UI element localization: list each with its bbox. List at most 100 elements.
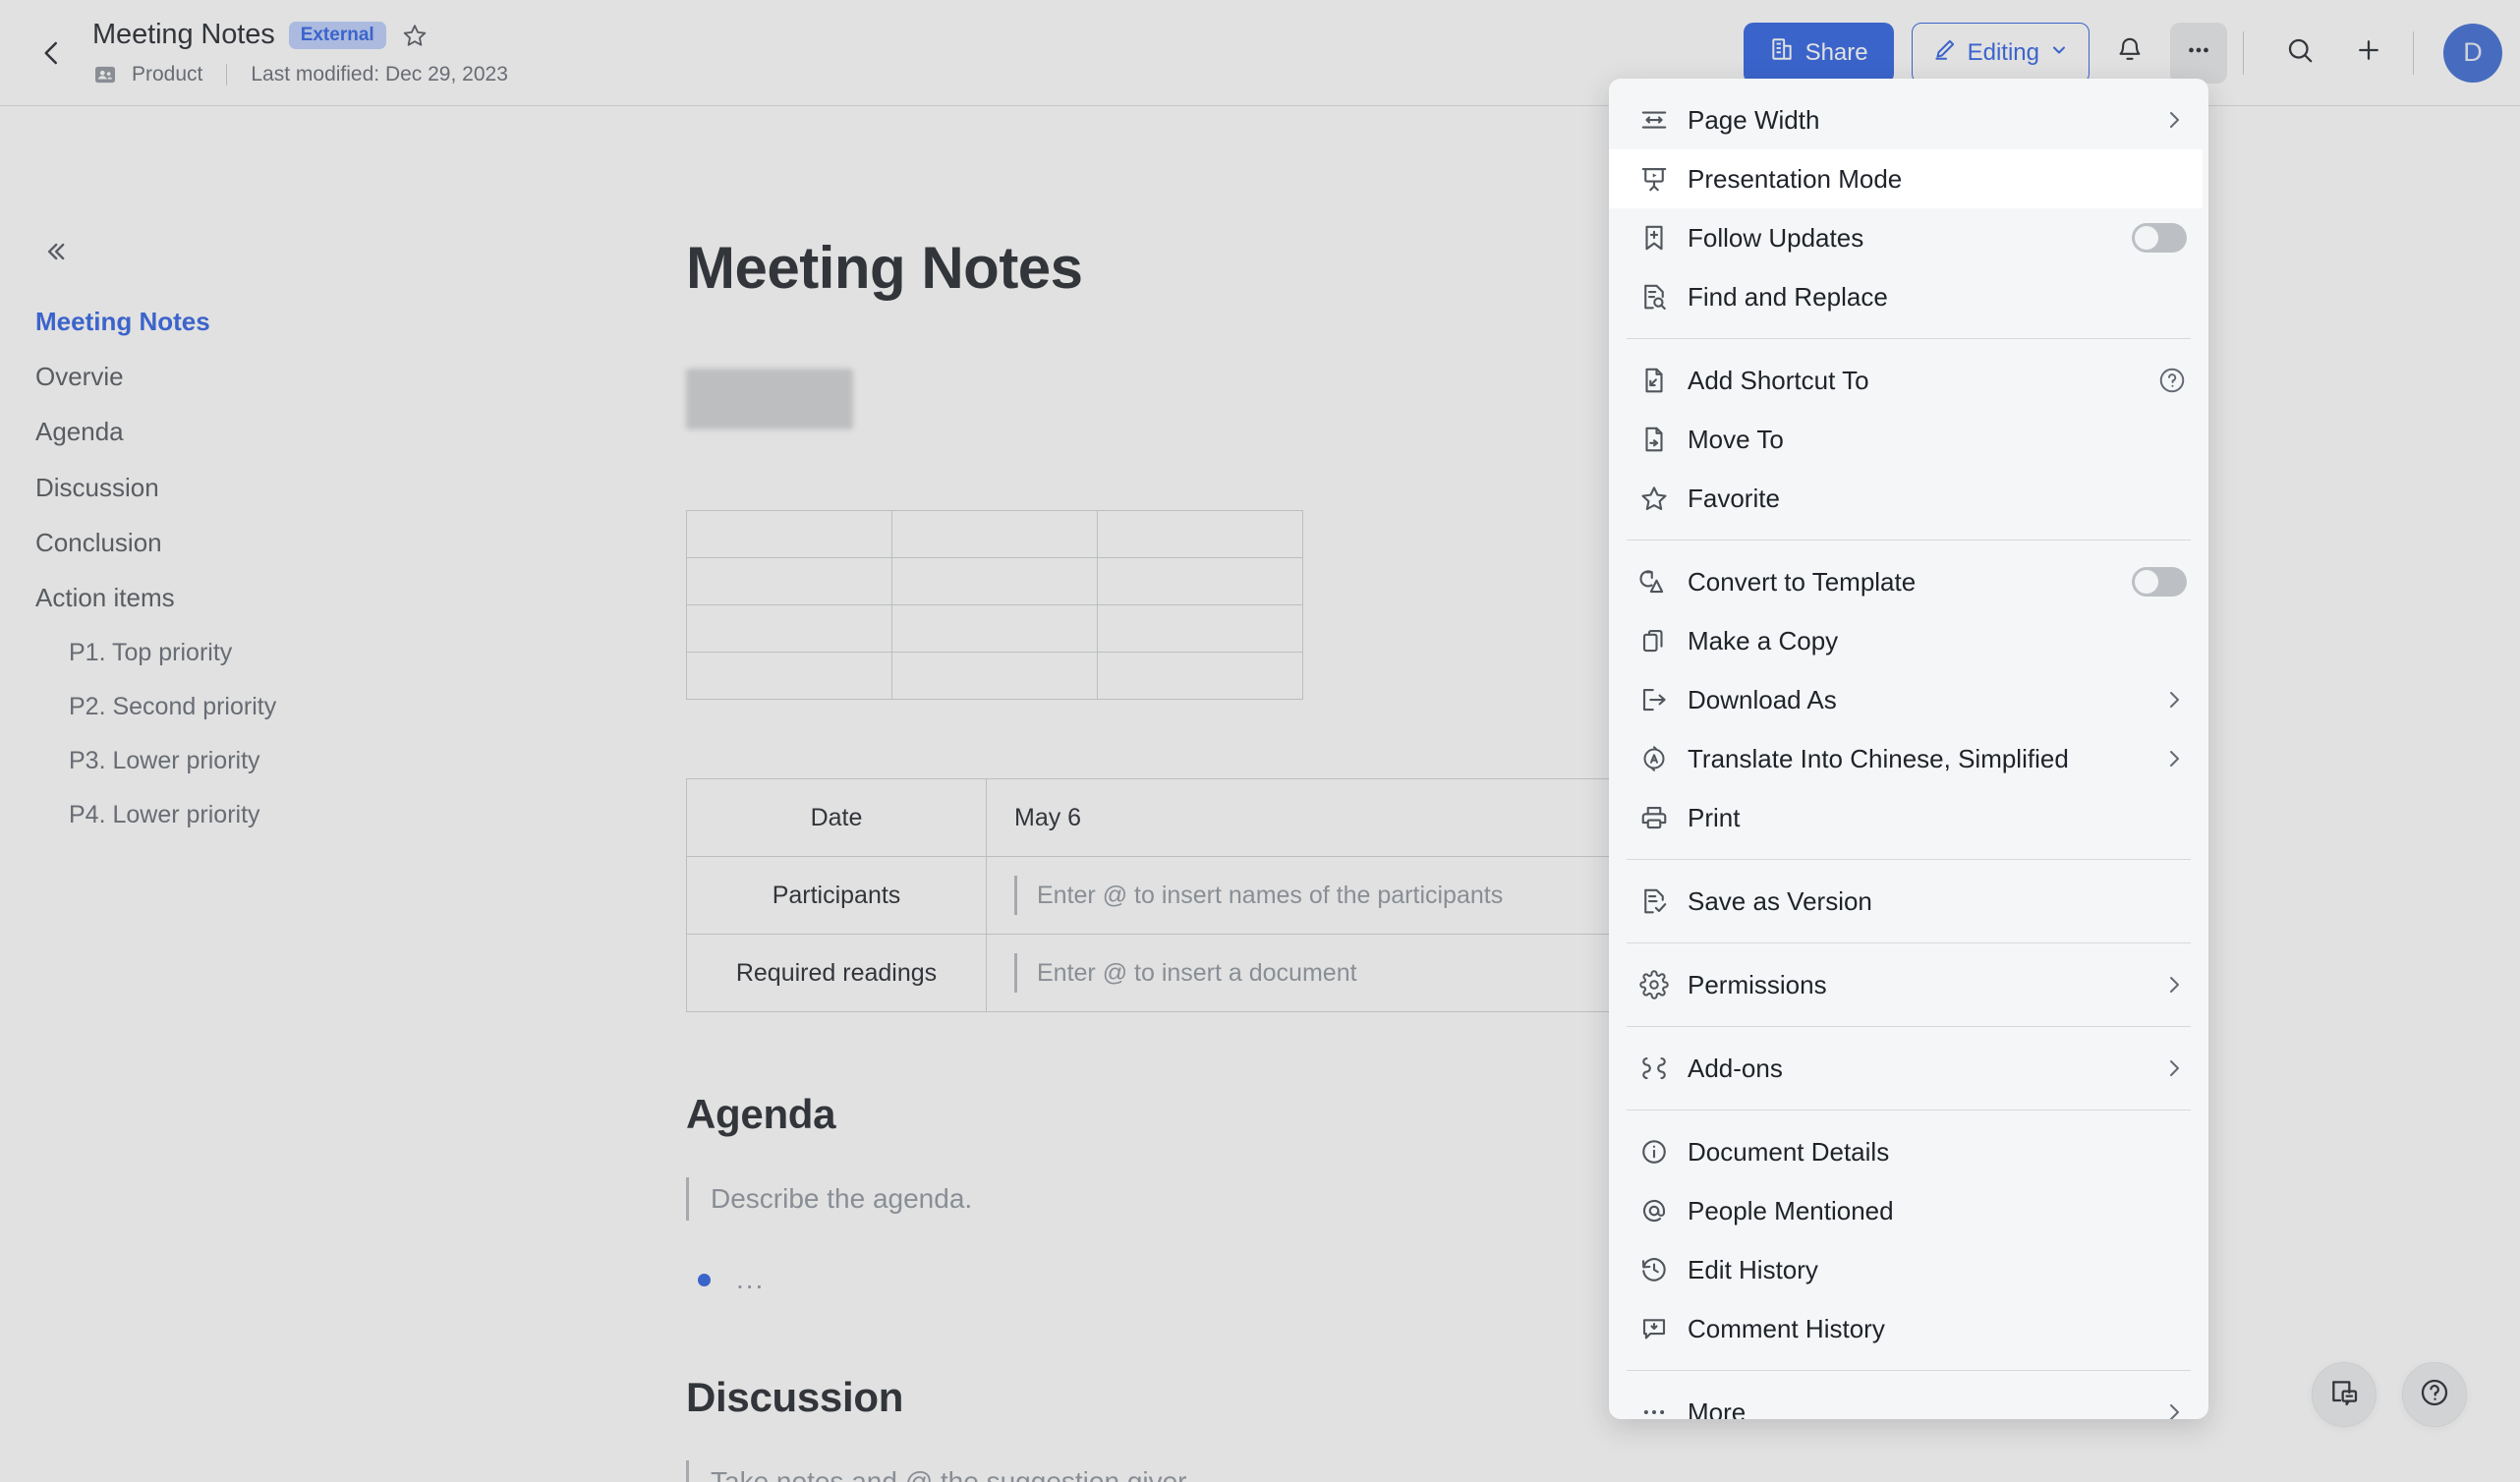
table-cell[interactable] bbox=[891, 557, 1098, 605]
table-cell[interactable] bbox=[686, 510, 892, 558]
table-cell[interactable] bbox=[1097, 652, 1303, 700]
outline-label: Discussion bbox=[35, 472, 159, 502]
menu-item-comment-history[interactable]: Comment History bbox=[1609, 1299, 2208, 1358]
table-cell[interactable] bbox=[891, 652, 1098, 700]
menu-item-right bbox=[2157, 366, 2187, 395]
menu-item-permissions[interactable]: Permissions bbox=[1609, 955, 2208, 1014]
collapse-outline-button[interactable] bbox=[35, 234, 75, 273]
menu-item-make-a-copy[interactable]: Make a Copy bbox=[1609, 611, 2208, 670]
menu-item-print[interactable]: Print bbox=[1609, 788, 2208, 847]
menu-item-convert-to-template[interactable]: Convert to Template bbox=[1609, 552, 2208, 611]
menu-item-presentation-mode[interactable]: Presentation Mode bbox=[1609, 149, 2203, 208]
menu-item-move-to[interactable]: Move To bbox=[1609, 410, 2208, 469]
menu-item-label: Permissions bbox=[1688, 969, 1827, 999]
table-cell[interactable] bbox=[1097, 510, 1303, 558]
menu-item-page-width[interactable]: Page Width bbox=[1609, 90, 2208, 149]
notification-bell-button[interactable] bbox=[2101, 23, 2158, 84]
discussion-placeholder-row[interactable]: Take notes and @ the suggestion giver bbox=[686, 1460, 2520, 1482]
table-row[interactable] bbox=[686, 557, 1303, 605]
star-icon[interactable] bbox=[400, 21, 430, 50]
sidebar-item-action-items[interactable]: Action items bbox=[35, 571, 609, 626]
editing-mode-button[interactable]: Editing bbox=[1911, 22, 2090, 84]
menu-item-add-ons[interactable]: Add-ons bbox=[1609, 1039, 2208, 1098]
convert-template-toggle[interactable] bbox=[2132, 567, 2187, 597]
at-mention-icon bbox=[1634, 1191, 1674, 1230]
comments-button[interactable] bbox=[2312, 1362, 2377, 1427]
sidebar-item-meeting-notes[interactable]: Meeting Notes bbox=[35, 295, 609, 350]
avatar[interactable]: D bbox=[2443, 23, 2502, 83]
follow-updates-toggle[interactable] bbox=[2132, 223, 2187, 253]
empty-table[interactable] bbox=[686, 510, 1303, 700]
table-cell[interactable] bbox=[686, 557, 892, 605]
sidebar-item-p1[interactable]: P1. Top priority bbox=[35, 626, 609, 680]
help-button[interactable] bbox=[2402, 1362, 2467, 1427]
chevron-right-icon bbox=[2161, 107, 2187, 133]
chevron-right-icon bbox=[2161, 687, 2187, 712]
menu-item-label: Document Details bbox=[1688, 1136, 1890, 1167]
menu-item-favorite[interactable]: Favorite bbox=[1609, 469, 2208, 528]
sidebar-item-discussion[interactable]: Discussion bbox=[35, 461, 609, 516]
more-options-button[interactable] bbox=[2170, 22, 2227, 84]
table-cell[interactable] bbox=[891, 510, 1098, 558]
table-cell[interactable] bbox=[1097, 604, 1303, 653]
section-heading-agenda: Agenda bbox=[686, 1091, 836, 1137]
sidebar-item-p3[interactable]: P3. Lower priority bbox=[35, 734, 609, 788]
menu-item-find-and-replace[interactable]: Find and Replace bbox=[1609, 267, 2208, 326]
agenda-bullet-text: ... bbox=[736, 1264, 766, 1294]
table-row[interactable] bbox=[686, 604, 1303, 653]
outline-label: P3. Lower priority bbox=[69, 747, 260, 775]
menu-item-edit-history[interactable]: Edit History bbox=[1609, 1240, 2208, 1299]
chevron-right-icon bbox=[2161, 1399, 2187, 1419]
move-to-icon bbox=[1634, 420, 1674, 459]
more-horizontal-icon bbox=[1634, 1393, 1674, 1419]
add-button[interactable] bbox=[2340, 23, 2397, 84]
search-button[interactable] bbox=[2271, 23, 2328, 84]
menu-divider bbox=[1627, 942, 2191, 943]
translate-icon bbox=[1634, 739, 1674, 778]
agenda-bullet-item[interactable]: ... bbox=[686, 1264, 2520, 1295]
menu-item-people-mentioned[interactable]: People Mentioned bbox=[1609, 1181, 2208, 1240]
share-button[interactable]: Share bbox=[1743, 22, 1894, 84]
sidebar-item-agenda[interactable]: Agenda bbox=[35, 405, 609, 460]
document-body[interactable]: Meeting Notes Date May 6 Participants En… bbox=[609, 106, 2520, 1482]
sidebar-item-conclusion[interactable]: Conclusion bbox=[35, 516, 609, 571]
table-cell[interactable] bbox=[1097, 557, 1303, 605]
table-row[interactable] bbox=[686, 652, 1303, 700]
help-circle-icon[interactable] bbox=[2157, 366, 2187, 395]
menu-item-label: More bbox=[1688, 1396, 1747, 1420]
menu-item-save-as-version[interactable]: Save as Version bbox=[1609, 872, 2208, 931]
table-row[interactable] bbox=[686, 510, 1303, 558]
placeholder-bar bbox=[1014, 876, 1017, 915]
participants-placeholder: Enter @ to insert names of the participa… bbox=[1037, 881, 1504, 909]
menu-item-label: Move To bbox=[1688, 424, 1784, 454]
sidebar-item-p4[interactable]: P4. Lower priority bbox=[35, 788, 609, 842]
menu-item-label: Follow Updates bbox=[1688, 222, 1864, 253]
table-cell[interactable] bbox=[686, 604, 892, 653]
menu-item-download-as[interactable]: Download As bbox=[1609, 670, 2208, 729]
agenda-placeholder-row[interactable]: Describe the agenda. bbox=[686, 1177, 2520, 1221]
table-cell[interactable] bbox=[686, 652, 892, 700]
menu-group-permissions: Permissions bbox=[1609, 955, 2208, 1014]
sidebar-item-p2[interactable]: P2. Second priority bbox=[35, 680, 609, 734]
notification-bell-icon bbox=[2115, 35, 2145, 70]
menu-item-label: Presentation Mode bbox=[1688, 163, 1903, 194]
menu-item-right bbox=[2161, 972, 2187, 998]
menu-item-follow-updates[interactable]: Follow Updates bbox=[1609, 208, 2208, 267]
outline-label: P2. Second priority bbox=[69, 693, 277, 721]
menu-divider bbox=[1627, 540, 2191, 541]
table-cell[interactable] bbox=[891, 604, 1098, 653]
meta-divider bbox=[226, 63, 228, 86]
menu-item-right bbox=[2161, 746, 2187, 771]
menu-item-document-details[interactable]: Document Details bbox=[1609, 1122, 2208, 1181]
team-space-icon bbox=[92, 64, 118, 86]
page-width-icon bbox=[1634, 100, 1674, 140]
menu-item-translate[interactable]: Translate Into Chinese, Simplified bbox=[1609, 729, 2208, 788]
document-options-menu: Page Width Presentation Mode Follow Upda… bbox=[1609, 79, 2208, 1419]
outline-label: Meeting Notes bbox=[35, 307, 210, 336]
menu-item-more[interactable]: More bbox=[1609, 1383, 2208, 1419]
back-button[interactable] bbox=[22, 23, 83, 84]
menu-item-add-shortcut-to[interactable]: Add Shortcut To bbox=[1609, 351, 2208, 410]
sidebar-item-overvie[interactable]: Overvie bbox=[35, 350, 609, 405]
question-circle-icon bbox=[2419, 1377, 2450, 1413]
space-name[interactable]: Product bbox=[132, 63, 202, 86]
